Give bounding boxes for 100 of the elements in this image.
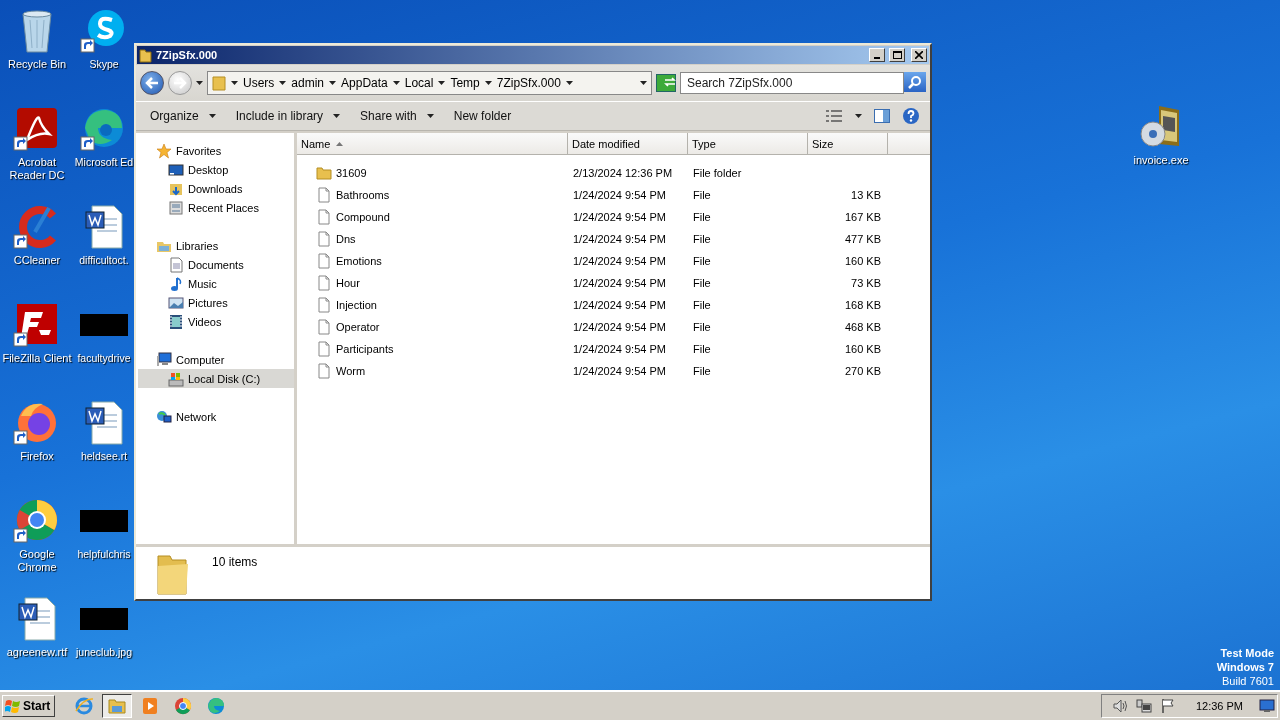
- speaker-icon: [1111, 698, 1128, 714]
- drive-icon: [168, 370, 184, 387]
- file-row[interactable]: Dns 1/24/2024 9:54 PM File 477 KB: [297, 228, 930, 250]
- history-dropdown-icon[interactable]: [196, 81, 203, 85]
- file-row[interactable]: Hour 1/24/2024 9:54 PM File 73 KB: [297, 272, 930, 294]
- start-button[interactable]: Start: [2, 695, 56, 717]
- icon-label[interactable]: invoice.exe: [1133, 154, 1189, 167]
- breadcrumb-item[interactable]: Users: [243, 76, 275, 90]
- file-row[interactable]: Injection 1/24/2024 9:54 PM File 168 KB: [297, 294, 930, 316]
- nav-item[interactable]: Music: [138, 274, 294, 293]
- file-row[interactable]: Emotions 1/24/2024 9:54 PM File 160 KB: [297, 250, 930, 272]
- nav-item[interactable]: Downloads: [138, 179, 294, 198]
- toolbar-button[interactable]: New folder: [445, 106, 520, 126]
- column-header[interactable]: Size: [808, 133, 888, 155]
- toolbar-button[interactable]: Include in library: [227, 106, 349, 126]
- nav-item[interactable]: Documents: [138, 255, 294, 274]
- network-button[interactable]: [1135, 698, 1152, 714]
- windows-logo-icon: [5, 699, 21, 713]
- chevron-icon[interactable]: [392, 81, 400, 85]
- preview-pane-icon: [874, 109, 890, 123]
- file-row[interactable]: Worm 1/24/2024 9:54 PM File 270 KB: [297, 360, 930, 382]
- date-cell-text: 1/24/2024 9:54 PM: [572, 255, 667, 267]
- minimize-button[interactable]: [869, 48, 885, 62]
- network-icon: [1135, 698, 1152, 714]
- column-header[interactable]: Date modified: [568, 133, 688, 155]
- nav-item[interactable]: Local Disk (C:): [138, 369, 294, 388]
- size-cell-text: 73 KB: [850, 277, 882, 289]
- icon-label[interactable]: Acrobat Reader DC: [0, 156, 74, 182]
- file-row[interactable]: Bathrooms 1/24/2024 9:54 PM File 13 KB: [297, 184, 930, 206]
- icon-label[interactable]: Recycle Bin: [7, 58, 67, 71]
- chevron-icon[interactable]: [565, 81, 573, 85]
- search-field[interactable]: Search 7ZipSfx.000: [680, 72, 904, 94]
- address-bar[interactable]: Users admin AppData Local Temp 7ZipSfx.000: [207, 71, 652, 95]
- monitor-icon: [1259, 699, 1275, 713]
- address-dropdown-icon[interactable]: [640, 81, 647, 85]
- maximize-button[interactable]: [889, 48, 905, 62]
- file-name: Participants: [336, 343, 394, 355]
- file-row[interactable]: Operator 1/24/2024 9:54 PM File 468 KB: [297, 316, 930, 338]
- chevron-icon[interactable]: [329, 81, 337, 85]
- search-icon: [908, 75, 922, 89]
- file-row[interactable]: 31609 2/13/2024 12:36 PM File folder: [297, 162, 930, 184]
- refresh-button[interactable]: [656, 74, 676, 92]
- sort-arrow-icon: [336, 141, 344, 146]
- file-row[interactable]: Compound 1/24/2024 9:54 PM File 167 KB: [297, 206, 930, 228]
- music-note-icon: [168, 275, 184, 292]
- volume-button[interactable]: [1111, 698, 1128, 714]
- chevron-icon[interactable]: [279, 81, 287, 85]
- type-cell-text: File: [692, 189, 712, 201]
- caret-icon: [855, 114, 862, 118]
- search-button[interactable]: [904, 72, 926, 92]
- nav-item[interactable]: Videos: [138, 312, 294, 331]
- breadcrumb-item[interactable]: Local: [404, 76, 434, 90]
- forward-arrow-icon: [173, 77, 187, 89]
- window-title: 7ZipSfx.000: [156, 49, 219, 61]
- nav-item[interactable]: Computer: [138, 350, 294, 369]
- icon-label[interactable]: Skype: [89, 58, 119, 71]
- column-header[interactable]: Name: [297, 133, 568, 155]
- icon-label[interactable]: Google Chrome: [0, 548, 74, 574]
- file-icon: [316, 253, 332, 269]
- icon-label[interactable]: Firefox: [20, 450, 54, 463]
- item-count: 10 items: [212, 555, 258, 569]
- date-cell-text: 1/24/2024 9:54 PM: [572, 211, 667, 223]
- icon-label[interactable]: difficultoct.: [79, 254, 129, 267]
- nav-item[interactable]: Desktop: [138, 160, 294, 179]
- show-desktop-button[interactable]: [1259, 699, 1275, 713]
- chevron-icon[interactable]: [231, 81, 238, 85]
- icon-label[interactable]: heldsee.rt: [80, 450, 128, 463]
- nav-item[interactable]: Pictures: [138, 293, 294, 312]
- toolbar-button[interactable]: Share with: [352, 106, 442, 126]
- chevron-icon[interactable]: [484, 81, 492, 85]
- icon-label[interactable]: FileZilla Client: [2, 352, 72, 365]
- taskbar-button[interactable]: [102, 694, 133, 718]
- icon-label[interactable]: facultydrive: [77, 352, 131, 365]
- back-button[interactable]: [140, 71, 164, 95]
- nav-item[interactable]: Network: [138, 407, 294, 426]
- close-button[interactable]: [911, 48, 927, 62]
- file-row[interactable]: Participants 1/24/2024 9:54 PM File 160 KB: [297, 338, 930, 360]
- breadcrumb-item[interactable]: Temp: [450, 76, 480, 90]
- icon-label[interactable]: juneclub.jpg: [75, 646, 132, 659]
- toolbar-button[interactable]: Organize: [142, 106, 224, 126]
- breadcrumb-item[interactable]: 7ZipSfx.000: [496, 76, 561, 90]
- icon-label[interactable]: CCleaner: [13, 254, 61, 267]
- clock[interactable]: 12:36 PM: [1195, 700, 1243, 712]
- action-center-button[interactable]: [1159, 698, 1176, 714]
- browser-icon: [173, 696, 194, 716]
- nav-item[interactable]: Libraries: [138, 236, 294, 255]
- size-cell-text: 468 KB: [843, 321, 882, 333]
- nav-item[interactable]: Recent Places: [138, 198, 294, 217]
- file-name: Compound: [336, 211, 390, 223]
- column-header[interactable]: Type: [688, 133, 808, 155]
- nav-item[interactable]: Favorites: [138, 141, 294, 160]
- chevron-icon[interactable]: [438, 81, 446, 85]
- type-cell-text: File: [692, 211, 712, 223]
- icon-label[interactable]: helpfulchris: [77, 548, 131, 561]
- icon-label[interactable]: agreenew.rtf: [6, 646, 68, 659]
- breadcrumb-item[interactable]: AppData: [341, 76, 388, 90]
- icon-label[interactable]: Microsoft Ed: [74, 156, 134, 169]
- folder-icon: [139, 47, 152, 63]
- breadcrumb-item[interactable]: admin: [291, 76, 325, 90]
- flag-icon: [1159, 698, 1176, 714]
